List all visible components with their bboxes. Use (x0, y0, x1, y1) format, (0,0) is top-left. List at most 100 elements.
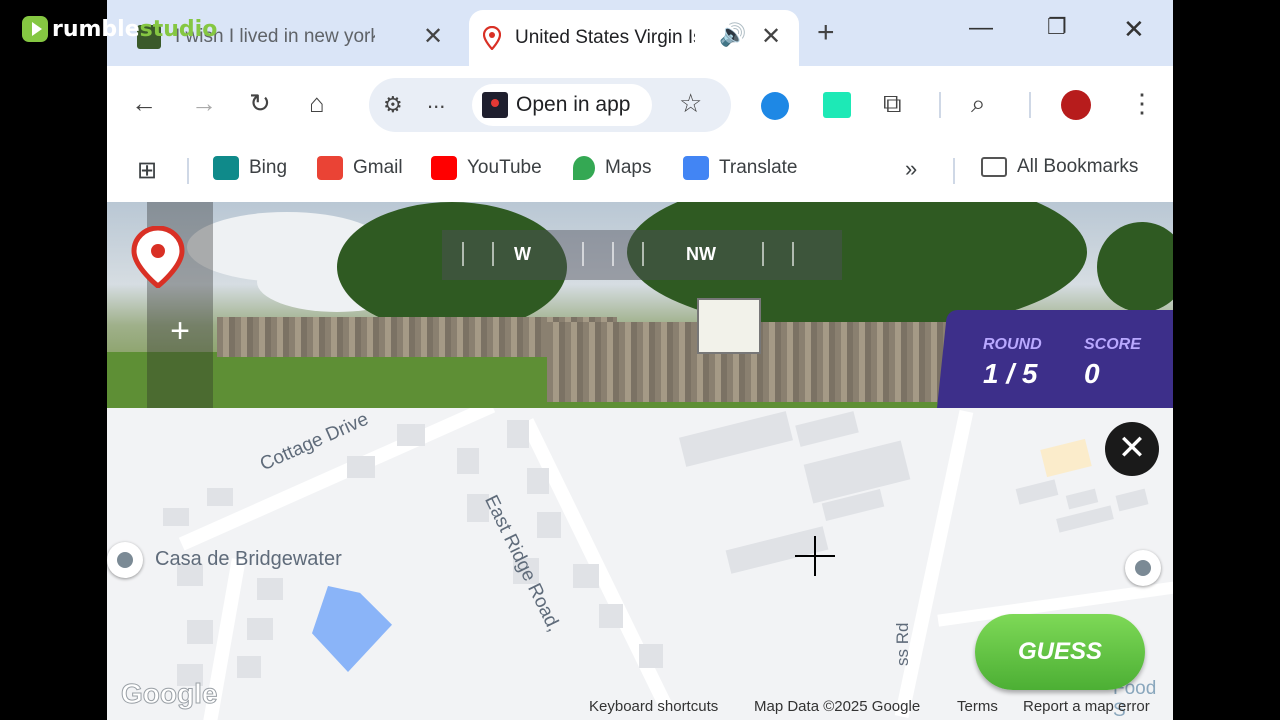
open-in-app-label: Open in app (516, 93, 631, 116)
crosshair-cursor-icon (795, 536, 835, 576)
app-icon (482, 92, 508, 118)
map-data-attribution: Map Data ©2025 Google (754, 698, 921, 715)
menu-kebab-icon[interactable]: ⋮ (1129, 88, 1155, 119)
bookmark-star-icon[interactable]: ☆ (679, 88, 702, 119)
compass-tick (762, 242, 764, 266)
site-settings-icon[interactable]: ⚙ (383, 92, 403, 118)
tab-close-icon[interactable]: ✕ (423, 22, 443, 51)
building (237, 656, 261, 678)
location-pin-icon[interactable] (131, 226, 185, 288)
place-marker-icon[interactable] (107, 542, 143, 578)
extensions-puzzle-icon[interactable]: ⧉ (883, 88, 902, 120)
watermark-text-a: rumble (52, 16, 140, 42)
round-score-panel (937, 310, 1173, 408)
close-map-button[interactable]: ✕ (1105, 422, 1159, 476)
restore-button[interactable]: ❐ (1047, 14, 1067, 40)
speaker-icon[interactable]: 🔊 (719, 22, 746, 48)
report-map-error-link[interactable]: Report a map error (1023, 698, 1150, 715)
building (507, 420, 529, 448)
tab-title: United States Virgin Is (515, 27, 695, 48)
pond (312, 586, 392, 672)
tree (1097, 222, 1173, 312)
round-label: ROUND (983, 336, 1042, 353)
tab-active[interactable]: United States Virgin Is 🔊 ✕ (469, 10, 799, 66)
toolbar-divider (1029, 92, 1031, 118)
browser-window: I wish I lived in new york ✕ United Stat… (107, 0, 1173, 720)
bookmark-label: Maps (605, 157, 652, 178)
building (397, 424, 425, 446)
rumble-logo-icon (22, 16, 48, 42)
bookmarks-bar: ⊞ Bing Gmail YouTube Maps Translate » Al… (107, 144, 1173, 202)
extension-icon[interactable] (823, 92, 851, 118)
round-value: 1 / 5 (983, 358, 1038, 389)
street-view-panorama[interactable]: + W NW ROUND 1 / 5 SCORE 0 (107, 202, 1173, 408)
tab-search-icon[interactable]: ⌕ (971, 88, 986, 120)
browser-toolbar: ← → ↻ ⌂ ⚙ ... Open in app ☆ ⧉ ⌕ ⋮ (107, 66, 1173, 144)
home-button[interactable]: ⌂ (309, 88, 325, 119)
terms-link[interactable]: Terms (957, 698, 998, 715)
apps-grid-icon[interactable]: ⊞ (137, 156, 157, 185)
bookmark-bing[interactable]: Bing (213, 156, 287, 180)
compass-tick (462, 242, 464, 266)
building (1115, 488, 1149, 512)
bookmarks-divider (187, 158, 189, 184)
bookmark-label: Bing (249, 157, 288, 178)
forward-button[interactable]: → (191, 88, 217, 119)
building (1040, 438, 1092, 478)
folder-icon (981, 157, 1007, 177)
back-button[interactable]: ← (131, 88, 157, 119)
google-logo: Google (120, 678, 218, 710)
building (679, 411, 793, 467)
profile-avatar[interactable] (1061, 90, 1091, 120)
all-bookmarks-folder[interactable]: All Bookmarks (981, 156, 1138, 178)
map-pin-icon (483, 26, 501, 50)
minimize-button[interactable]: — (969, 14, 993, 42)
watermark-text-b: studio (139, 16, 218, 42)
building (573, 564, 599, 588)
place-label-casa: Casa de Bridgewater (155, 548, 342, 570)
building (599, 604, 623, 628)
building (207, 488, 233, 506)
new-tab-button[interactable]: + (817, 16, 835, 50)
building (1065, 488, 1099, 510)
bookmark-label: All Bookmarks (1017, 156, 1139, 177)
bookmark-youtube[interactable]: YouTube (431, 156, 542, 180)
compass-northwest-label: NW (686, 244, 716, 264)
bookmark-gmail[interactable]: Gmail (317, 156, 403, 180)
street-label-ss-rd: ss Rd (893, 622, 912, 666)
close-window-button[interactable]: ✕ (1123, 14, 1145, 45)
rumble-studio-watermark: rumble studio (22, 16, 217, 42)
bookmark-translate[interactable]: Translate (683, 156, 798, 180)
bookmark-maps[interactable]: Maps (573, 156, 651, 180)
guess-map[interactable]: Cottage Drive East Ridge Road, ss Rd at … (107, 408, 1173, 720)
tab-close-icon[interactable]: ✕ (761, 22, 781, 51)
guess-button[interactable]: GUESS (975, 614, 1145, 690)
compass-tick (642, 242, 644, 266)
toolbar-divider (939, 92, 941, 118)
building (1015, 479, 1059, 505)
compass-tick (792, 242, 794, 266)
building (347, 456, 375, 478)
bookmarks-divider (953, 158, 955, 184)
compass-west-label: W (514, 244, 531, 264)
keyboard-shortcuts-link[interactable]: Keyboard shortcuts (589, 698, 718, 715)
road (894, 409, 974, 719)
bookmark-label: Translate (719, 157, 798, 178)
extension-icon[interactable] (761, 92, 789, 120)
compass-tick (492, 242, 494, 266)
bookmark-label: Gmail (353, 157, 403, 178)
building (795, 411, 859, 447)
translate-icon (683, 156, 709, 180)
tab-strip: I wish I lived in new york ✕ United Stat… (107, 0, 1173, 66)
compass-bar: W NW (442, 230, 842, 280)
zoom-in-button[interactable]: + (147, 310, 213, 352)
youtube-icon (431, 156, 457, 180)
compass-tick (612, 242, 614, 266)
building (187, 620, 213, 644)
more-bookmarks-chevron-icon[interactable]: » (905, 156, 917, 182)
open-in-app-button[interactable]: Open in app (472, 84, 652, 126)
place-marker-icon[interactable] (1125, 550, 1161, 586)
bookmark-label: YouTube (467, 157, 542, 178)
reload-button[interactable]: ↻ (249, 88, 271, 119)
building (163, 508, 189, 526)
